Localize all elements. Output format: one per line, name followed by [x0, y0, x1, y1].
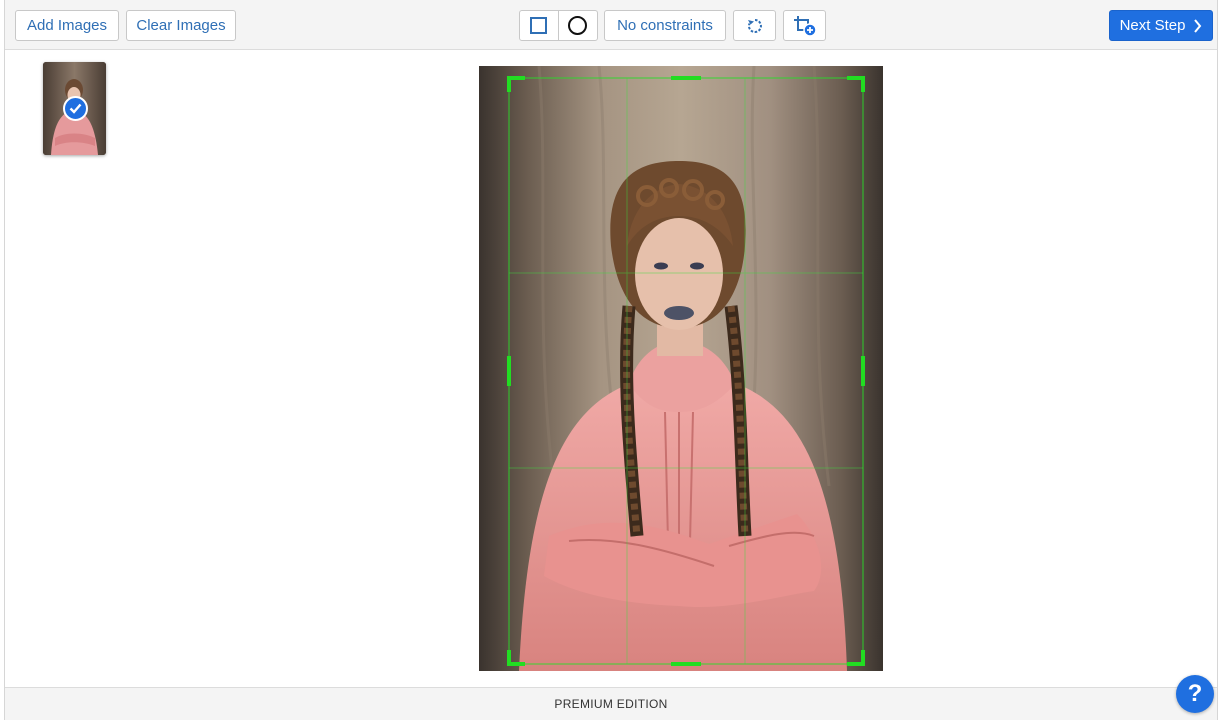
edition-label: PREMIUM EDITION [554, 697, 668, 711]
crop-shape-toggle [519, 10, 598, 41]
next-step-button[interactable]: Next Step [1109, 10, 1213, 41]
selected-check-icon [63, 96, 88, 121]
add-images-button[interactable]: Add Images [15, 10, 119, 41]
help-button[interactable]: ? [1176, 675, 1214, 713]
help-label: ? [1187, 680, 1203, 707]
chevron-right-icon [1194, 18, 1202, 33]
circle-shape-button[interactable] [559, 11, 598, 40]
circle-icon [568, 16, 588, 35]
add-crop-icon [793, 15, 817, 37]
add-crop-button[interactable] [783, 10, 826, 41]
main-photo [479, 66, 883, 671]
square-icon [530, 17, 548, 34]
toolbar: Add Images Clear Images No constraints N… [5, 0, 1217, 50]
rectangle-shape-button[interactable] [520, 11, 559, 40]
rotate-icon [747, 18, 762, 33]
image-canvas[interactable] [479, 66, 883, 671]
constraints-dropdown[interactable]: No constraints [604, 10, 726, 41]
clear-images-button[interactable]: Clear Images [126, 10, 236, 41]
app-frame: Add Images Clear Images No constraints N… [4, 0, 1218, 720]
next-step-label: Next Step [1119, 17, 1186, 34]
footer: PREMIUM EDITION [5, 687, 1217, 720]
rotate-button[interactable] [733, 10, 776, 41]
